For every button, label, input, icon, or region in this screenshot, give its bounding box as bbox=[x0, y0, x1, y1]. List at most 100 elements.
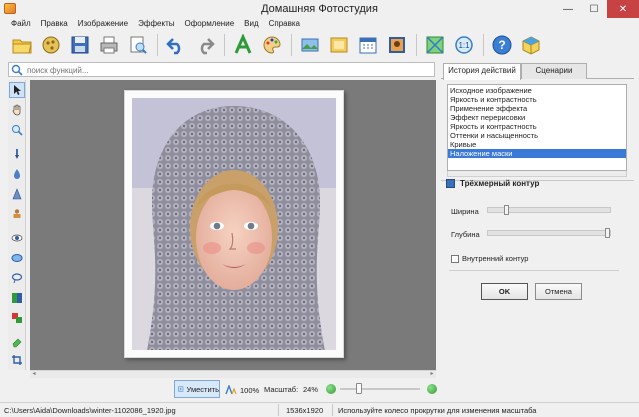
menu-bar: Файл Правка Изображение Эффекты Оформлен… bbox=[0, 18, 639, 30]
list-item[interactable]: Яркость и контрастность bbox=[448, 122, 626, 131]
toolbar: 1:1 ? bbox=[0, 30, 639, 60]
zoom-100-label: 100% bbox=[240, 385, 260, 395]
list-item[interactable]: Яркость и контрастность bbox=[448, 95, 626, 104]
actual-size-button[interactable]: 100% bbox=[225, 385, 259, 395]
frame-icon[interactable] bbox=[298, 33, 322, 57]
close-button[interactable]: ✕ bbox=[607, 0, 639, 18]
crop-tool-icon[interactable] bbox=[9, 352, 25, 368]
depth-slider-thumb[interactable] bbox=[605, 228, 610, 238]
girl-portrait bbox=[132, 98, 336, 350]
horizontal-scrollbar[interactable]: ◂ ▸ bbox=[30, 370, 436, 378]
replace-icon[interactable] bbox=[9, 310, 25, 326]
red-eye-icon[interactable] bbox=[9, 230, 25, 246]
actual-size-icon[interactable]: 1:1 bbox=[452, 33, 476, 57]
photo-frame bbox=[124, 90, 344, 358]
zoom-icon[interactable] bbox=[9, 122, 25, 138]
menu-decoration[interactable]: Оформление bbox=[179, 18, 239, 30]
drop-icon[interactable] bbox=[9, 166, 25, 182]
tab-history[interactable]: История действий bbox=[443, 63, 521, 80]
svg-text:1:1: 1:1 bbox=[458, 41, 470, 50]
gallery-icon[interactable] bbox=[39, 33, 63, 57]
ellipse-icon[interactable] bbox=[9, 250, 25, 266]
preview-icon[interactable] bbox=[126, 33, 150, 57]
stamp-icon[interactable] bbox=[9, 206, 25, 222]
calendar-icon[interactable] bbox=[356, 33, 380, 57]
status-bar: C:\Users\Aida\Downloads\winter-1102086_1… bbox=[0, 402, 639, 417]
lasso-icon[interactable] bbox=[9, 270, 25, 286]
crop-icon[interactable] bbox=[423, 33, 447, 57]
inner-contour-label: Внутренний контур bbox=[462, 254, 529, 263]
fit-icon bbox=[178, 386, 184, 392]
save-icon[interactable] bbox=[68, 33, 92, 57]
brush-icon[interactable] bbox=[9, 146, 25, 162]
svg-text:?: ? bbox=[498, 38, 505, 52]
search-input[interactable] bbox=[27, 64, 427, 76]
redo-icon[interactable] bbox=[193, 33, 217, 57]
status-hint: Используйте колесо прокрутки для изменен… bbox=[338, 406, 537, 415]
menu-view[interactable]: Вид bbox=[239, 18, 263, 30]
width-slider-thumb[interactable] bbox=[504, 205, 509, 215]
zoom-slider-track[interactable] bbox=[340, 388, 420, 390]
scale-value: 24% bbox=[303, 385, 319, 394]
toolbar-separator bbox=[224, 34, 225, 56]
list-item[interactable]: Наложение маски bbox=[448, 149, 626, 158]
menu-edit[interactable]: Правка bbox=[36, 18, 73, 30]
color-icon[interactable] bbox=[9, 290, 25, 306]
undo-icon[interactable] bbox=[164, 33, 188, 57]
width-slider[interactable] bbox=[487, 205, 611, 215]
list-item[interactable]: Эффект перерисовки bbox=[448, 113, 626, 122]
print-icon[interactable] bbox=[97, 33, 121, 57]
open-folder-icon[interactable] bbox=[10, 33, 34, 57]
menu-effects[interactable]: Эффекты bbox=[133, 18, 179, 30]
scroll-left-icon[interactable]: ◂ bbox=[30, 371, 38, 378]
palette-icon[interactable] bbox=[260, 33, 284, 57]
effect-icon bbox=[446, 179, 455, 188]
zoom-slider-thumb[interactable] bbox=[356, 383, 362, 394]
list-item[interactable]: Оттенки и насыщенность bbox=[448, 131, 626, 140]
effect-title: Трёхмерный контур bbox=[460, 179, 540, 188]
menu-image[interactable]: Изображение bbox=[73, 18, 133, 30]
toolbar-separator bbox=[483, 34, 484, 56]
window-title: Домашняя Фотостудия bbox=[261, 3, 378, 15]
effect-header: Трёхмерный контур bbox=[446, 179, 539, 188]
toolbar-separator bbox=[416, 34, 417, 56]
history-list: Исходное изображение Яркость и контрастн… bbox=[447, 84, 627, 171]
fit-button[interactable]: Уместить bbox=[174, 380, 220, 398]
status-image-size: 1536x1920 bbox=[286, 406, 324, 415]
maximize-button[interactable]: ☐ bbox=[581, 0, 607, 18]
zoom-in-icon[interactable] bbox=[427, 384, 437, 394]
sharpen-icon[interactable] bbox=[9, 186, 25, 202]
list-item[interactable]: Кривые bbox=[448, 140, 626, 149]
photo bbox=[132, 98, 336, 350]
zoom-out-icon[interactable] bbox=[326, 384, 336, 394]
width-label: Ширина bbox=[451, 207, 479, 216]
tab-scenarios[interactable]: Сценарии bbox=[521, 63, 587, 79]
cancel-button[interactable]: Отмена bbox=[535, 283, 582, 300]
pointer-icon[interactable] bbox=[9, 82, 25, 98]
hand-icon[interactable] bbox=[9, 102, 25, 118]
text-icon[interactable] bbox=[231, 33, 255, 57]
history-scrollbar[interactable] bbox=[447, 171, 627, 177]
inner-contour-checkbox[interactable] bbox=[451, 254, 459, 263]
image-icon[interactable] bbox=[327, 33, 351, 57]
depth-slider[interactable] bbox=[487, 228, 611, 238]
window-controls: — ☐ ✕ bbox=[555, 0, 639, 18]
search-icon bbox=[11, 64, 23, 76]
status-file-path: C:\Users\Aida\Downloads\winter-1102086_1… bbox=[4, 406, 176, 415]
menu-help[interactable]: Справка bbox=[264, 18, 305, 30]
list-item[interactable]: Исходное изображение bbox=[448, 86, 626, 95]
menu-file[interactable]: Файл bbox=[6, 18, 36, 30]
list-item[interactable]: Применение эффекта bbox=[448, 104, 626, 113]
search-bar bbox=[8, 62, 435, 77]
inner-contour-row[interactable]: Внутренний контур bbox=[451, 254, 528, 263]
eraser-icon[interactable] bbox=[9, 334, 25, 350]
collage-icon[interactable] bbox=[385, 33, 409, 57]
image-canvas[interactable] bbox=[30, 80, 436, 370]
depth-label: Глубина bbox=[451, 230, 480, 239]
scroll-right-icon[interactable]: ▸ bbox=[428, 371, 436, 378]
package-icon[interactable] bbox=[519, 33, 543, 57]
minimize-button[interactable]: — bbox=[555, 0, 581, 18]
right-panel: История действий Сценарии Исходное изобр… bbox=[441, 60, 634, 402]
help-icon[interactable]: ? bbox=[490, 33, 514, 57]
ok-button[interactable]: OK bbox=[481, 283, 528, 300]
